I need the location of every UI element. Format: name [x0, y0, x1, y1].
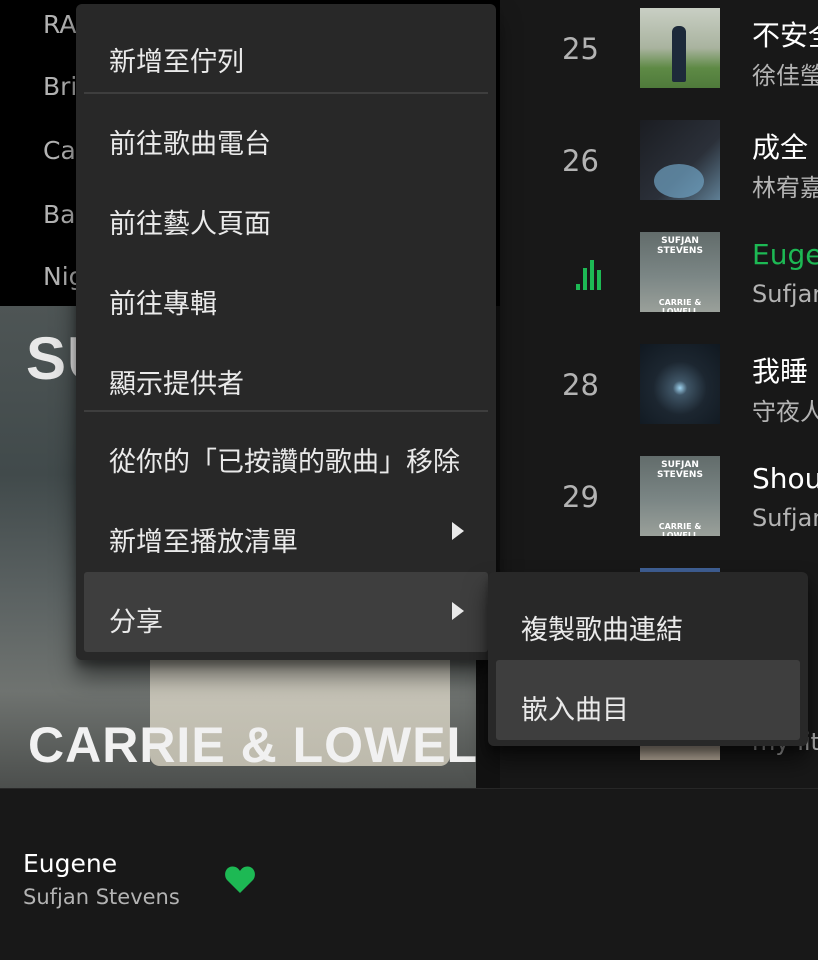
- equalizer-icon: [576, 260, 601, 290]
- track-row[interactable]: 28 我睡 守夜人: [500, 336, 818, 448]
- cover-title-bottom: CARRIE & LOWELL: [28, 717, 476, 773]
- menu-item-share[interactable]: 分享: [84, 572, 488, 652]
- menu-item-label: 顯示提供者: [109, 369, 244, 400]
- menu-item-label: 前往歌曲電台: [109, 129, 271, 160]
- track-artist[interactable]: 守夜人: [752, 392, 818, 427]
- app: RA Bri Ca Bac Nig SU CARRIE & LOWELL 25 …: [0, 0, 818, 960]
- track-number: 26: [562, 144, 599, 178]
- sidebar-playlist-item[interactable]: Bri: [43, 72, 77, 101]
- now-playing-bar: Eugene Sufjan Stevens: [0, 788, 818, 960]
- share-submenu: 複製歌曲連結 嵌入曲目: [488, 572, 808, 746]
- menu-item-label: 新增至播放清單: [109, 527, 298, 558]
- track-title: 我睡: [752, 355, 809, 388]
- track-title: 成全: [752, 131, 809, 164]
- track-thumbnail: SUFJAN STEVENS CARRIE & LOWELL: [640, 232, 720, 312]
- track-thumbnail: [640, 8, 720, 88]
- track-thumbnail: SUFJAN STEVENS CARRIE & LOWELL: [640, 456, 720, 536]
- chevron-right-icon: [452, 522, 464, 540]
- track-artist[interactable]: Sufjan: [752, 504, 818, 532]
- submenu-item-label: 嵌入曲目: [521, 695, 629, 726]
- menu-item-label: 從你的「已按讚的歌曲」移除: [109, 447, 460, 478]
- submenu-item-copy-song-link[interactable]: 複製歌曲連結: [496, 580, 800, 660]
- menu-item-label: 前往專輯: [109, 289, 217, 320]
- menu-item-go-to-song-radio[interactable]: 前往歌曲電台: [84, 94, 488, 174]
- menu-item-show-credits[interactable]: 顯示提供者: [84, 334, 488, 414]
- track-title: 不安全: [752, 19, 818, 52]
- track-artist[interactable]: 林宥嘉: [752, 168, 818, 203]
- menu-item-label: 前往藝人頁面: [109, 209, 271, 240]
- track-number: 25: [562, 32, 599, 66]
- menu-item-go-to-artist[interactable]: 前往藝人頁面: [84, 174, 488, 254]
- track-title: Should: [752, 462, 818, 495]
- submenu-item-label: 複製歌曲連結: [521, 615, 683, 646]
- track-row[interactable]: 29 SUFJAN STEVENS CARRIE & LOWELL Should…: [500, 448, 818, 560]
- track-context-menu: 新增至佇列 前往歌曲電台 前往藝人頁面 前往專輯 顯示提供者 從你的「已按讚的歌…: [76, 4, 496, 660]
- heart-icon[interactable]: [224, 864, 256, 894]
- track-artist[interactable]: 徐佳瑩: [752, 56, 818, 91]
- menu-item-remove-from-liked[interactable]: 從你的「已按讚的歌曲」移除: [84, 412, 488, 492]
- now-playing-title[interactable]: Eugene: [23, 849, 117, 878]
- menu-item-add-to-queue[interactable]: 新增至佇列: [84, 12, 488, 92]
- sidebar-playlist-item[interactable]: RA: [43, 10, 76, 39]
- track-row[interactable]: 26 成全 林宥嘉: [500, 112, 818, 224]
- menu-item-go-to-album[interactable]: 前往專輯: [84, 254, 488, 334]
- menu-item-add-to-playlist[interactable]: 新增至播放清單: [84, 492, 488, 572]
- track-number: 29: [562, 480, 599, 514]
- chevron-right-icon: [452, 602, 464, 620]
- track-row[interactable]: 25 不安全 徐佳瑩: [500, 0, 818, 112]
- track-thumbnail: [640, 120, 720, 200]
- track-row-playing[interactable]: SUFJAN STEVENS CARRIE & LOWELL Eugene Su…: [500, 224, 818, 336]
- menu-item-label: 新增至佇列: [109, 47, 244, 78]
- track-number: 28: [562, 368, 599, 402]
- track-artist[interactable]: Sufjan Stevens: [752, 280, 818, 308]
- now-playing-artist[interactable]: Sufjan Stevens: [23, 885, 180, 909]
- menu-item-label: 分享: [109, 607, 163, 638]
- sidebar-playlist-item[interactable]: Ca: [43, 136, 76, 165]
- track-thumbnail: [640, 344, 720, 424]
- submenu-item-embed-track[interactable]: 嵌入曲目: [496, 660, 800, 740]
- track-title: Eugene: [752, 238, 818, 271]
